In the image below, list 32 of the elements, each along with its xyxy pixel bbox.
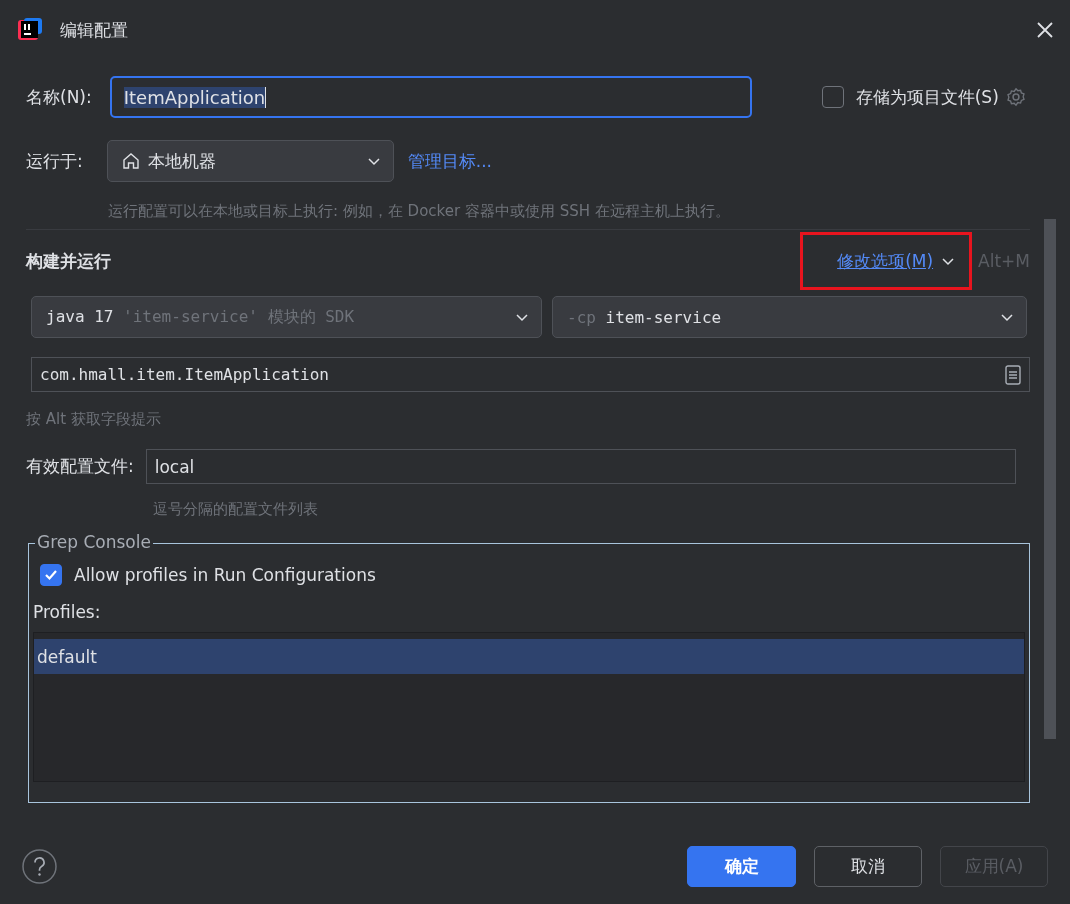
checkbox[interactable] [821, 86, 844, 108]
section-title: 构建并运行 [26, 249, 111, 273]
profile-item[interactable]: default [34, 639, 1024, 674]
name-label: 名称(N): [26, 85, 92, 109]
document-icon[interactable] [1005, 364, 1021, 385]
dialog-button[interactable]: 取消 [814, 846, 922, 887]
checkbox[interactable] [40, 564, 62, 586]
help-icon[interactable] [22, 849, 57, 884]
sdk-dropdown[interactable]: java 17 'item-service' 模块的 SDK [31, 296, 542, 338]
allow-profiles-label: Allow profiles in Run Configurations [74, 565, 376, 585]
home-icon [121, 152, 140, 170]
modify-options-link[interactable]: 修改选项(M) [837, 249, 934, 273]
close-icon[interactable] [1036, 21, 1054, 39]
ok-button[interactable]: 确定 [687, 846, 796, 887]
app-logo-icon [18, 18, 42, 42]
profiles-hint: 逗号分隔的配置文件列表 [153, 500, 319, 519]
active-profiles-label: 有效配置文件: [26, 455, 134, 478]
main-class-field[interactable]: com.hmall.item.ItemApplication [31, 357, 1030, 392]
classpath-dropdown[interactable]: -cp item-service [552, 296, 1027, 338]
run-target-dropdown[interactable]: 本地机器 [106, 140, 394, 182]
settings-icon[interactable] [1004, 86, 1027, 108]
profiles-label: Profiles: [33, 602, 102, 622]
window-title: 编辑配置 [60, 18, 128, 42]
scrollbar-thumb[interactable] [1044, 219, 1056, 739]
run-on-label: 运行于: [26, 149, 83, 173]
name-field[interactable]: ItemApplication [109, 76, 752, 118]
field-hint: 按 Alt 获取字段提示 [26, 410, 162, 429]
active-profiles-field[interactable]: local [145, 449, 1016, 484]
store-label: 存储为项目文件(S) [855, 85, 999, 109]
group-title: Grep Console [35, 532, 153, 552]
run-on-hint: 运行配置可以在本地或目标上执行: 例如，在 Docker 容器中或使用 SSH 在远程主机上执行。 [108, 202, 731, 221]
manage-targets-link[interactable]: 管理目标... [407, 149, 492, 173]
